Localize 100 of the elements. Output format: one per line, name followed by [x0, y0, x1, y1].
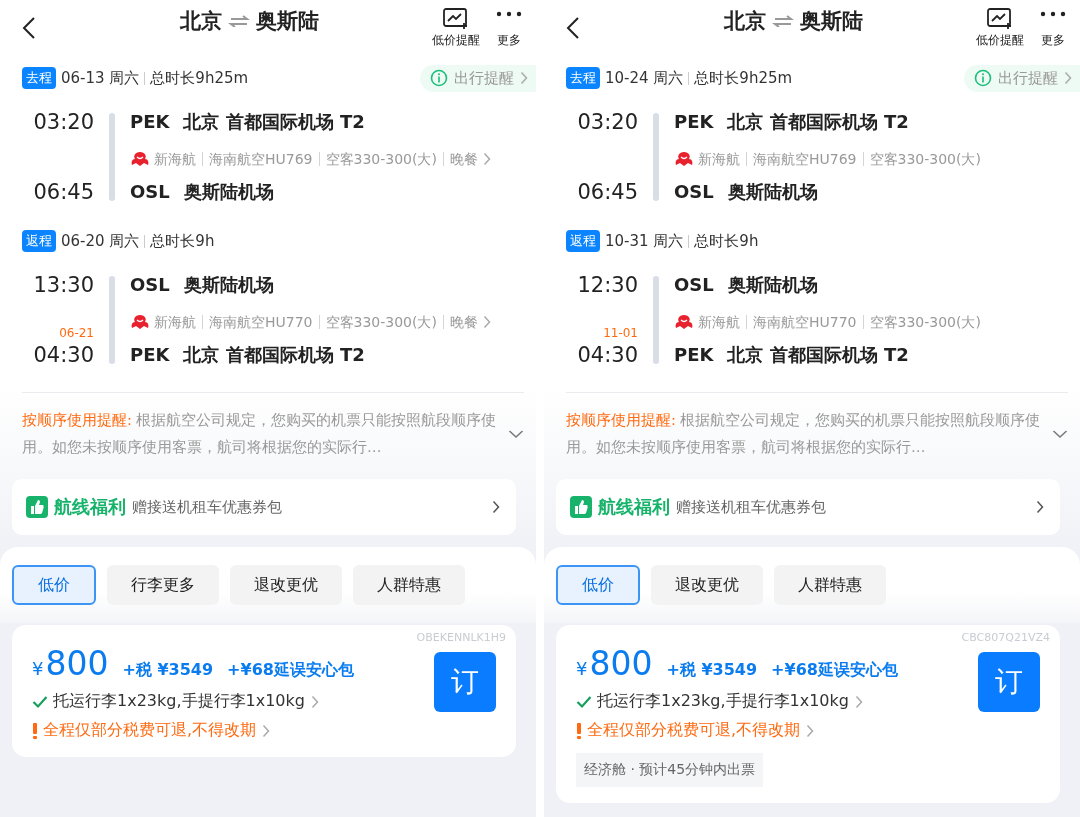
airport-code: PEK: [130, 110, 170, 134]
departure-time: 13:30: [32, 272, 94, 299]
benefit-card[interactable]: 航线福利 赠接送机租车优惠券包: [556, 479, 1060, 535]
airline-logo-icon: [674, 151, 694, 167]
chevron-right-icon: [310, 694, 319, 709]
airport-code: PEK: [674, 343, 714, 367]
chevron-right-icon: [854, 694, 863, 709]
airport-name: 北京 首都国际机场 T2: [183, 110, 365, 134]
thumbs-up-icon: [26, 496, 48, 518]
flight-number: 海南航空HU770: [753, 313, 857, 332]
leg-duration: 总时长9h25m: [150, 68, 249, 88]
check-icon: [32, 694, 48, 709]
airline-name: 新海航: [154, 150, 196, 169]
leg-tag: 去程: [566, 67, 600, 89]
filter-tab[interactable]: 人群特惠: [353, 565, 465, 605]
action-label[interactable]: 更多: [497, 31, 521, 49]
filter-tab[interactable]: 低价: [556, 565, 640, 605]
addon-text: +¥68延误安心包: [227, 660, 354, 681]
filter-tab[interactable]: 行李更多: [107, 565, 219, 605]
departure-time: 03:20: [576, 109, 638, 136]
baggage-link[interactable]: 托运行李1x23kg,手提行李1x10kg: [597, 691, 863, 712]
airport-name: 北京 首都国际机场 T2: [183, 343, 365, 367]
leg-tag: 去程: [22, 67, 56, 89]
chevron-right-icon: [492, 500, 500, 514]
chevron-right-icon: [1064, 71, 1072, 85]
airport-name: 奥斯陆机场: [183, 273, 274, 297]
airline-name: 新海航: [154, 313, 196, 332]
benefit-card[interactable]: 航线福利 赠接送机租车优惠券包: [12, 479, 516, 535]
book-button[interactable]: 订: [978, 652, 1040, 712]
chevron-right-icon: [262, 723, 271, 738]
round-trip-icon: [227, 15, 250, 27]
airline-logo-icon: [130, 151, 150, 167]
chevron-right-icon: [482, 152, 491, 166]
next-day-date: 11-01: [603, 326, 638, 340]
aircraft-type: 空客330-300(大): [325, 150, 437, 169]
airport-name: 奥斯陆机场: [727, 273, 818, 297]
usage-notice: 按顺序使用提醒: 根据航空公司规定，您购买的机票只能按照航段顺序使用。如您未按顺序使用客票，航司将根据您的实际行…: [566, 411, 1042, 457]
chart-icon[interactable]: [443, 7, 469, 30]
filter-tab[interactable]: 低价: [12, 565, 96, 605]
benefit-text: 赠接送机租车优惠券包: [676, 497, 827, 517]
leg-tag: 返程: [22, 230, 56, 252]
arrival-time: 06:45: [576, 179, 638, 206]
leg-date: 06-20 周六: [61, 231, 140, 251]
leg-tag: 返程: [566, 230, 600, 252]
book-button[interactable]: 订: [434, 652, 496, 712]
filter-tab[interactable]: 人群特惠: [774, 565, 886, 605]
airport-name: 奥斯陆机场: [183, 180, 274, 204]
filter-tab[interactable]: 退改更优: [651, 565, 763, 605]
action-label[interactable]: 更多: [1041, 31, 1065, 49]
thumbs-up-icon: [570, 496, 592, 518]
airline-logo-icon: [674, 314, 694, 330]
flight-number: 海南航空HU769: [753, 150, 857, 169]
info-icon: [430, 69, 448, 87]
chevron-down-icon[interactable]: [508, 429, 524, 439]
airport-name: 北京 首都国际机场 T2: [727, 110, 909, 134]
back-icon[interactable]: [22, 16, 36, 40]
next-day-date: 06-21: [59, 326, 94, 340]
benefit-title: 航线福利: [54, 495, 126, 519]
chevron-right-icon: [1036, 500, 1044, 514]
airline-name: 新海航: [698, 313, 740, 332]
leg-date: 10-31 周六: [605, 231, 684, 251]
airport-code: OSL: [674, 180, 714, 204]
addon-text: +¥68延误安心包: [771, 660, 898, 681]
chart-icon[interactable]: [987, 7, 1013, 30]
check-icon: [576, 694, 592, 709]
airport-code: PEK: [674, 110, 714, 134]
airline-logo-icon: [130, 314, 150, 330]
title-city: 北京: [723, 8, 766, 35]
baggage-link[interactable]: 托运行李1x23kg,手提行李1x10kg: [53, 691, 319, 712]
title-city: 奥斯陆: [255, 8, 319, 35]
aircraft-type: 空客330-300(大): [869, 150, 981, 169]
arrival-time: 04:30: [576, 342, 638, 369]
aircraft-type: 空客330-300(大): [325, 313, 437, 332]
leg-duration: 总时长9h: [694, 231, 759, 251]
chevron-right-icon: [482, 315, 491, 329]
flight-number: 海南航空HU769: [209, 150, 313, 169]
benefit-title: 航线福利: [598, 495, 670, 519]
airport-name: 北京 首都国际机场 T2: [727, 343, 909, 367]
arrival-time: 06:45: [32, 179, 94, 206]
aircraft-type: 空客330-300(大): [869, 313, 981, 332]
benefit-text: 赠接送机租车优惠券包: [132, 497, 283, 517]
leg-duration: 总时长9h25m: [694, 68, 793, 88]
leg-date: 10-24 周六: [605, 68, 684, 88]
departure-time: 12:30: [576, 272, 638, 299]
action-label[interactable]: 低价提醒: [976, 31, 1024, 49]
price: ¥800: [576, 644, 653, 683]
departure-time: 03:20: [32, 109, 94, 136]
title-city: 北京: [179, 8, 222, 35]
price: ¥800: [32, 644, 109, 683]
airport-code: OSL: [674, 273, 714, 297]
cabin-info: 经济舱 · 预计45分钟内出票: [576, 753, 764, 787]
info-icon: [974, 69, 992, 87]
title-city: 奥斯陆: [799, 8, 863, 35]
arrival-time: 04:30: [32, 342, 94, 369]
chevron-down-icon[interactable]: [1052, 429, 1068, 439]
back-icon[interactable]: [566, 16, 580, 40]
airport-name: 奥斯陆机场: [727, 180, 818, 204]
filter-tab[interactable]: 退改更优: [230, 565, 342, 605]
action-label[interactable]: 低价提醒: [432, 31, 480, 49]
airline-name: 新海航: [698, 150, 740, 169]
